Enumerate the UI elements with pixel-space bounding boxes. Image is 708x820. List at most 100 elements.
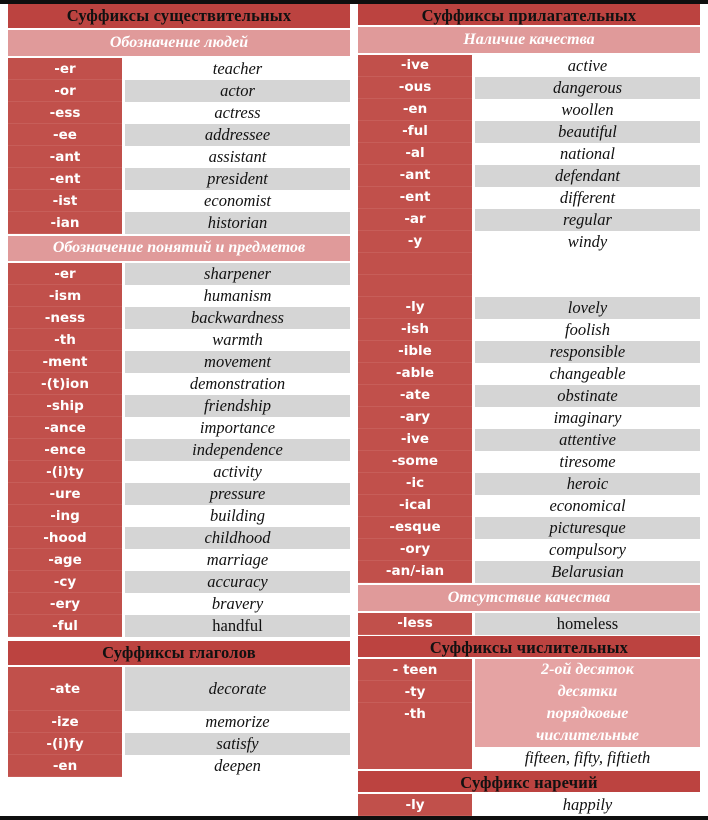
suffix-cell: -ness — [8, 307, 122, 329]
suffix-cell: -ible — [358, 340, 472, 363]
suffix-cell: -ory — [358, 538, 472, 561]
example-cell: regular — [475, 208, 700, 231]
example-cell: Belarusian — [475, 560, 700, 583]
example-cell: fifteen, fifty, fiftieth — [475, 747, 700, 770]
suffix-cell: -ent — [358, 186, 472, 209]
table-row: -ical economical — [358, 494, 700, 517]
table-row: -ate decorate — [8, 667, 350, 711]
example-cell-empty — [475, 274, 700, 297]
table-row: -ar regular — [358, 208, 700, 231]
table-row: -ery bravery — [8, 593, 350, 615]
table-row: -ate obstinate — [358, 384, 700, 407]
table-row: -ess actress — [8, 102, 350, 124]
table-row: -ory compulsory — [358, 538, 700, 561]
adverbs-rows: -ly happily — [358, 794, 700, 817]
suffix-cell: -ful — [358, 120, 472, 143]
nouns-concepts-rows: -er sharpener -ism humanism -ness backwa… — [8, 263, 350, 637]
suffix-cell: -esque — [358, 516, 472, 539]
suffix-cell: -ary — [358, 406, 472, 429]
adverbs-title: Суффикс наречий — [358, 771, 700, 793]
example-cell-empty — [475, 252, 700, 275]
table-row: -ure pressure — [8, 483, 350, 505]
table-row: -age marriage — [8, 549, 350, 571]
suffix-cell: -ate — [358, 384, 472, 407]
example-cell: числительные — [475, 725, 700, 748]
table-row: -ly happily — [358, 794, 700, 817]
nouns-people-subtitle: Обозначение людей — [8, 30, 350, 56]
example-cell: imaginary — [475, 406, 700, 429]
example-cell: national — [475, 142, 700, 165]
suffix-cell: - teen — [358, 659, 472, 682]
suffix-cell: -hood — [8, 527, 122, 549]
example-cell: teacher — [125, 58, 350, 80]
example-cell: decorate — [125, 667, 350, 711]
table-row: -less homeless — [358, 612, 700, 635]
suffix-cell: -cy — [8, 571, 122, 593]
table-row: -able changeable — [358, 362, 700, 385]
suffix-cell: -ess — [8, 102, 122, 124]
verbs-rows: -ate decorate -ize memorize -(i)fy satis… — [8, 667, 350, 777]
example-cell: building — [125, 505, 350, 527]
numerals-rows: - teen 2-ой десяток -ty десятки -th поря… — [358, 659, 700, 770]
suffix-cell: -less — [358, 612, 472, 635]
example-cell: obstinate — [475, 384, 700, 407]
ordinal-values: порядковые числительные fifteen, fifty, … — [475, 703, 700, 770]
nouns-title: Суффиксы существительных — [8, 4, 350, 28]
suffix-cell: -ure — [8, 483, 122, 505]
table-row: -th warmth — [8, 329, 350, 351]
spacer-row — [358, 252, 700, 275]
suffix-cell: -ate — [8, 667, 122, 711]
adjectives-title: Суффиксы прилагательных — [358, 4, 700, 25]
nouns-people-rows: -er teacher -or actor -ess actress -ee a… — [8, 58, 350, 234]
suffix-reference-table: Суффиксы существительных Обозначение люд… — [0, 0, 708, 820]
example-cell: economical — [475, 494, 700, 517]
suffix-cell: -age — [8, 549, 122, 571]
table-row: -ize memorize — [8, 711, 350, 733]
example-cell: defendant — [475, 164, 700, 187]
suffix-cell: -ant — [358, 164, 472, 187]
suffix-cell: -al — [358, 142, 472, 165]
table-row: -ible responsible — [358, 340, 700, 363]
example-cell: attentive — [475, 428, 700, 451]
table-row: -an/-ian Belarusian — [358, 560, 700, 583]
example-cell: warmth — [125, 329, 350, 351]
example-cell: woollen — [475, 98, 700, 121]
table-row: -(i)ty activity — [8, 461, 350, 483]
table-row: -ian historian — [8, 212, 350, 234]
example-cell: demonstration — [125, 373, 350, 395]
example-cell: president — [125, 168, 350, 190]
table-row: -ist economist — [8, 190, 350, 212]
table-row: -ship friendship — [8, 395, 350, 417]
table-row: -(t)ion demonstration — [8, 373, 350, 395]
suffix-cell: -ish — [358, 318, 472, 341]
example-cell: десятки — [475, 681, 700, 704]
example-cell: beautiful — [475, 120, 700, 143]
suffix-cell: -an/-ian — [358, 560, 472, 583]
table-row: -or actor — [8, 80, 350, 102]
example-cell: actor — [125, 80, 350, 102]
suffix-cell: -ty — [358, 681, 472, 704]
table-row: -ism humanism — [8, 285, 350, 307]
table-row: -ty десятки — [358, 681, 700, 704]
suffix-cell: -ment — [8, 351, 122, 373]
suffix-cell: -some — [358, 450, 472, 473]
table-row: -ful beautiful — [358, 120, 700, 143]
example-cell: lovely — [475, 296, 700, 319]
suffix-cell: -th — [358, 703, 472, 770]
table-row: -ance importance — [8, 417, 350, 439]
nouns-concepts-subtitle: Обозначение понятий и предметов — [8, 236, 350, 261]
example-cell: marriage — [125, 549, 350, 571]
table-row: -ive attentive — [358, 428, 700, 451]
verbs-title: Суффиксы глаголов — [8, 641, 350, 665]
example-cell: addressee — [125, 124, 350, 146]
table-row: -en deepen — [8, 755, 350, 777]
suffix-cell: -ant — [8, 146, 122, 168]
suffix-cell: -y — [358, 230, 472, 253]
spacer-row — [358, 274, 700, 297]
table-row: -ant assistant — [8, 146, 350, 168]
example-cell: handful — [125, 615, 350, 637]
numerals-title: Суффиксы числительных — [358, 636, 700, 658]
table-row: -ence independence — [8, 439, 350, 461]
example-cell: activity — [125, 461, 350, 483]
suffix-cell: -ship — [8, 395, 122, 417]
